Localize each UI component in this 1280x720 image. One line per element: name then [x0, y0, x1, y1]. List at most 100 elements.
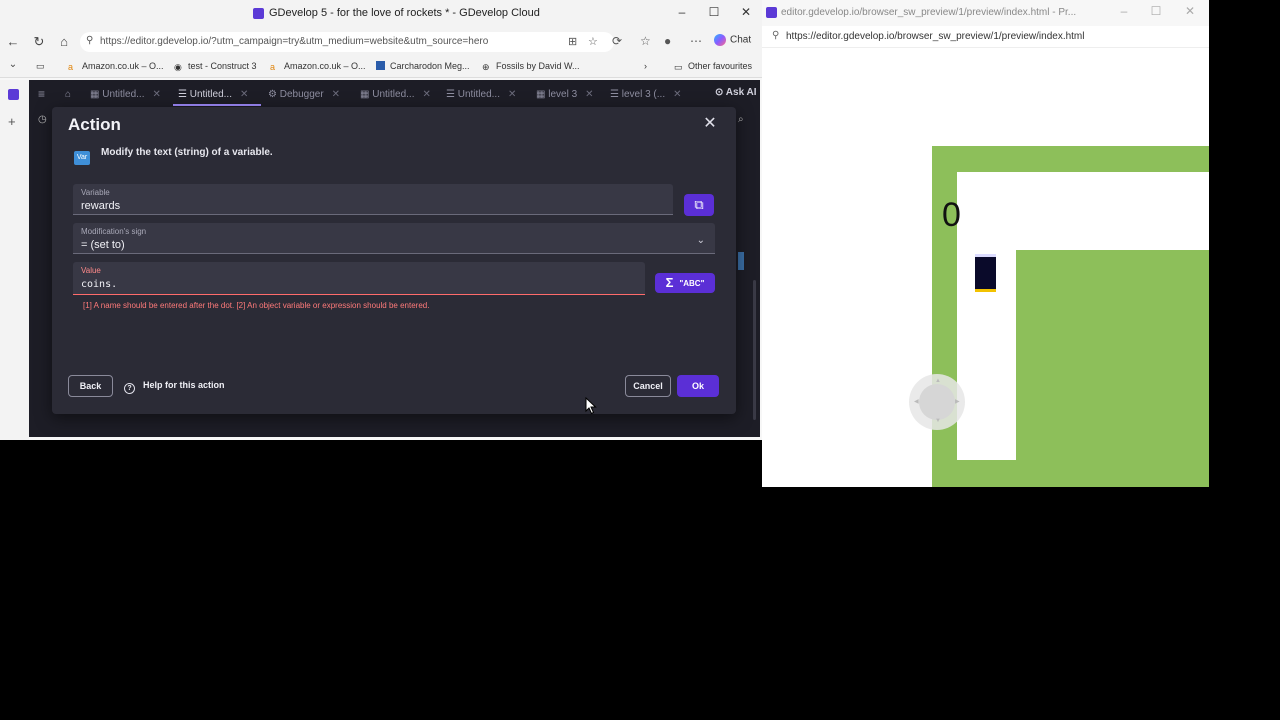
site-info-icon[interactable]: ⚲ [772, 30, 779, 41]
expression-error-message: [1] A name should be entered after the d… [83, 301, 430, 310]
home-tab-icon[interactable]: ⌂ [65, 89, 71, 100]
new-tab-plus-icon[interactable]: + [8, 114, 16, 129]
open-variables-editor-button[interactable]: ⧉ [684, 194, 714, 216]
reload-icon[interactable]: ↻ [30, 34, 48, 50]
editor-tab[interactable]: ▦ Untitled... ✕ [360, 89, 431, 100]
close-window-icon[interactable]: ✕ [1180, 4, 1200, 18]
close-tab-icon[interactable]: ✕ [422, 89, 430, 100]
back-arrow-icon[interactable]: ← [4, 34, 22, 49]
preview-title-bar: editor.gdevelop.io/browser_sw_preview/1/… [762, 0, 1209, 26]
minimize-icon[interactable]: – [1114, 4, 1134, 18]
modification-sign-select[interactable]: Modification's sign = (set to) ⌄ [73, 223, 715, 254]
bookmark-item[interactable]: ◉ test - Construct 3 [174, 61, 257, 72]
modification-sign-label: Modification's sign [81, 227, 147, 236]
app-install-icon[interactable]: ⊞ [568, 35, 577, 48]
more-menu-icon[interactable]: ⋯ [690, 34, 702, 48]
joystick-right-icon: ▶ [955, 399, 960, 405]
editor-tab-active[interactable]: ☰ Untitled... ✕ [178, 89, 248, 100]
expression-builder-button[interactable]: Σ "ABC" [655, 273, 715, 293]
value-expression-input[interactable]: Value coins. [73, 262, 645, 295]
bookmark-item[interactable]: ⊕ Fossils by David W... [482, 61, 580, 72]
search-icon[interactable]: ⌕ [738, 114, 744, 125]
site-icon [376, 61, 385, 70]
site-info-icon[interactable]: ⚲ [86, 35, 93, 46]
help-link[interactable]: ? Help for this action [124, 380, 225, 394]
favorites-icon[interactable]: ☆ [640, 34, 651, 48]
menu-icon[interactable]: ≡ [38, 87, 45, 101]
amazon-icon: a [270, 62, 276, 72]
extensions-icon[interactable]: ⟳ [612, 34, 622, 48]
maximize-icon[interactable]: ☐ [1146, 4, 1166, 18]
window-title: GDevelop 5 - for the love of rockets * -… [269, 7, 540, 19]
close-tab-icon[interactable]: ✕ [332, 89, 340, 100]
external-link-icon: ⧉ [694, 197, 704, 212]
action-description: Modify the text (string) of a variable. [101, 147, 273, 158]
gdevelop-logo-icon[interactable] [8, 89, 19, 100]
modification-sign-value: = (set to) [81, 239, 125, 251]
variable-value: rewards [81, 200, 121, 212]
joystick-left-icon: ◀ [914, 399, 919, 405]
preview-window-title: editor.gdevelop.io/browser_sw_preview/1/… [781, 7, 1077, 18]
maximize-icon[interactable]: ☐ [704, 5, 724, 19]
editor-tab-bar: ≡ ⌂ ▦ Untitled... ✕ ☰ Untitled... ✕ ⚙ Debu… [29, 84, 760, 106]
history-icon[interactable]: ◷ [38, 114, 47, 125]
variable-label: Variable [81, 188, 110, 197]
game-canvas[interactable]: 0 ▲ ▼ ◀ ▶ [762, 48, 1209, 487]
address-bar: ← ↻ ⌂ ⚲ https://editor.gdevelop.io/?utm_… [0, 28, 762, 56]
close-tab-icon[interactable]: ✕ [152, 89, 160, 100]
bookmarks-bar: ⌄ ▭ a Amazon.co.uk – O... ◉ test - Constru… [0, 56, 762, 78]
ask-ai-button[interactable]: ⊙ Ask AI [715, 87, 757, 98]
url-field[interactable]: ⚲ https://editor.gdevelop.io/?utm_campai… [80, 32, 614, 52]
close-dialog-icon[interactable]: ✕ [702, 113, 718, 133]
mouse-cursor-icon [585, 397, 597, 415]
scrollbar[interactable] [753, 280, 756, 420]
back-button[interactable]: Back [68, 375, 113, 397]
home-icon[interactable]: ⌂ [55, 34, 73, 49]
joystick-down-icon: ▼ [935, 418, 941, 424]
close-tab-icon[interactable]: ✕ [508, 89, 516, 100]
editor-panel-marker [738, 252, 744, 270]
construct-icon: ◉ [174, 62, 182, 72]
editor-tab[interactable]: ☰ Untitled... ✕ [446, 89, 516, 100]
other-favourites-folder[interactable]: ▭ Other favourites [674, 61, 752, 72]
score-counter: 0 [942, 196, 961, 234]
copilot-icon [714, 34, 726, 46]
close-tab-icon[interactable]: ✕ [585, 89, 593, 100]
tab-actions-icon[interactable]: ⌄ [4, 59, 22, 70]
more-bookmarks-chevron-icon[interactable]: › [644, 61, 647, 71]
active-tab-indicator [173, 104, 261, 106]
variable-field[interactable]: Variable rewards [73, 184, 673, 215]
amazon-icon: a [68, 62, 74, 72]
editor-tab[interactable]: ▦ Untitled... ✕ [90, 89, 161, 100]
action-dialog: Action ✕ Var Modify the text (string) of… [52, 107, 736, 414]
editor-tab[interactable]: ⚙ Debugger ✕ [268, 89, 340, 100]
browser-title-bar: GDevelop 5 - for the love of rockets * -… [0, 0, 762, 28]
bookmark-reading-icon[interactable]: ▭ [36, 61, 45, 72]
value-label: Value [81, 266, 101, 275]
copilot-chat-button[interactable]: Chat [714, 34, 751, 46]
ok-button[interactable]: Ok [677, 375, 719, 397]
gdevelop-favicon-icon [766, 7, 777, 18]
gdevelop-side-strip: + [0, 80, 29, 440]
preview-address-bar[interactable]: ⚲ https://editor.gdevelop.io/browser_sw_… [762, 26, 1209, 48]
bookmark-item[interactable]: Carcharodon Meg... [376, 61, 470, 71]
close-tab-icon[interactable]: ✕ [240, 89, 248, 100]
virtual-joystick[interactable]: ▲ ▼ ◀ ▶ [909, 374, 965, 430]
close-window-icon[interactable]: ✕ [736, 5, 756, 19]
joystick-knob[interactable] [919, 384, 955, 420]
editor-tab[interactable]: ☰ level 3 (... ✕ [610, 89, 682, 100]
url-text: https://editor.gdevelop.io/?utm_campaign… [100, 36, 489, 47]
bookmark-item[interactable]: a Amazon.co.uk – O... [270, 61, 366, 72]
profile-icon[interactable]: ● [664, 34, 671, 48]
cancel-button[interactable]: Cancel [625, 375, 671, 397]
close-tab-icon[interactable]: ✕ [673, 89, 681, 100]
minimize-icon[interactable]: – [672, 5, 692, 19]
favorite-star-icon[interactable]: ☆ [588, 35, 598, 48]
variable-badge-icon: Var [74, 151, 90, 165]
bookmark-item[interactable]: a Amazon.co.uk – O... [68, 61, 164, 72]
sigma-icon: Σ [665, 275, 674, 290]
dialog-title: Action [68, 115, 121, 134]
preview-url-text: https://editor.gdevelop.io/browser_sw_pr… [786, 31, 1085, 42]
editor-tab[interactable]: ▦ level 3 ✕ [536, 89, 594, 100]
path-left [957, 172, 1016, 460]
